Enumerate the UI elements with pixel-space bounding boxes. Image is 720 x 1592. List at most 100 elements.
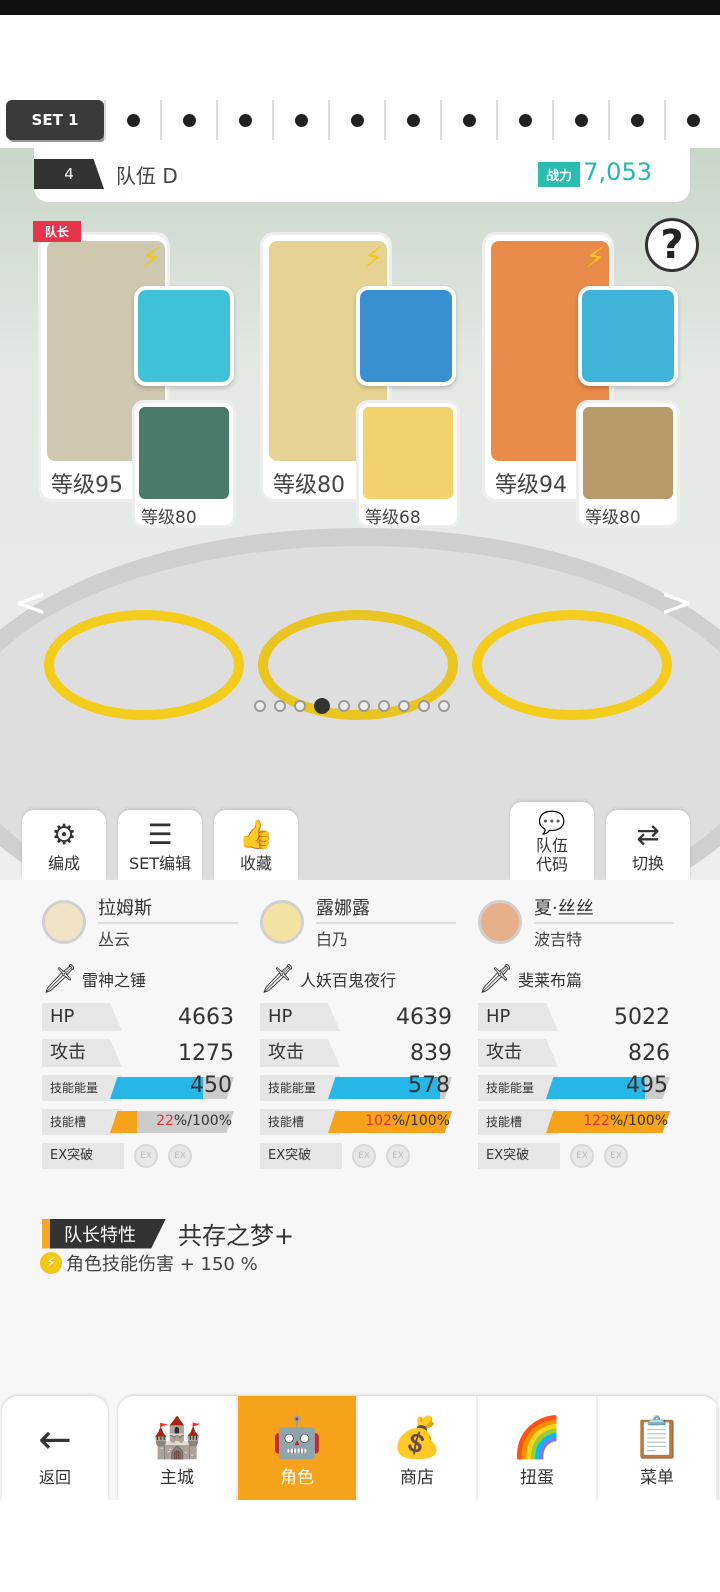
set-tab[interactable] (216, 100, 272, 140)
back-label: 返回 (38, 1468, 71, 1487)
tab-shop[interactable]: 💰 商店 (358, 1396, 478, 1500)
page-dot (438, 700, 450, 712)
ex-badge: EX (386, 1144, 410, 1168)
partner-level: 等级80 (585, 508, 641, 528)
back-button[interactable]: ← 返回 (2, 1396, 108, 1500)
skill-slot-label: 技能槽 (260, 1109, 340, 1135)
weapon-card[interactable] (134, 286, 234, 386)
list-icon: ☰ (147, 818, 173, 851)
partner-card[interactable]: 等级80 (576, 400, 680, 528)
favorite-button[interactable]: 👍 收藏 (214, 810, 298, 880)
attack-label: 攻击 (260, 1039, 340, 1067)
tab-label: 菜单 (640, 1468, 674, 1488)
set-selector: SET 1 (0, 96, 720, 144)
tab-gacha[interactable]: 🌈 扭蛋 (478, 1396, 598, 1500)
set-tab[interactable] (664, 100, 720, 140)
ex-badge: EX (352, 1144, 376, 1168)
hp-value: 5022 (614, 1004, 670, 1030)
favorite-label: 收藏 (239, 854, 272, 873)
team-code-button[interactable]: 💬 队伍 代码 (510, 802, 594, 880)
status-bar (0, 0, 720, 15)
skill-energy-value: 495 (626, 1073, 668, 1098)
hp-label: HP (42, 1003, 122, 1031)
thumbs-up-star-icon: 👍 (238, 818, 274, 851)
set-tab[interactable] (440, 100, 496, 140)
tab-label: 扭蛋 (520, 1468, 554, 1488)
prev-arrow-icon[interactable]: < (14, 580, 48, 626)
set-tab[interactable] (328, 100, 384, 140)
page-dot (358, 700, 370, 712)
hero-pedestal[interactable] (472, 610, 672, 720)
set-tab[interactable] (552, 100, 608, 140)
hp-value: 4663 (178, 1004, 234, 1030)
weapon-name: 雷神之锤 (82, 970, 147, 990)
set-edit-label: SET编辑 (128, 854, 192, 873)
set-tab[interactable] (608, 100, 664, 140)
attack-value: 826 (628, 1040, 670, 1066)
bottom-nav: ← 返回 🏰 主城 🤖 角色 💰 商店 🌈 扭蛋 📋 菜单 (0, 1392, 720, 1500)
set-dot-icon (630, 113, 644, 127)
weapon-name: 斐莱布篇 (518, 970, 583, 990)
partner-level: 等级68 (365, 508, 421, 528)
hp-label: HP (260, 1003, 340, 1031)
set-tab[interactable] (496, 100, 552, 140)
set-dot-icon (294, 113, 308, 127)
team-name[interactable]: 队伍 D (116, 160, 178, 189)
attack-label: 攻击 (478, 1039, 558, 1067)
set-tab-active[interactable]: SET 1 (6, 100, 104, 140)
skill-energy-value: 450 (190, 1073, 232, 1098)
leader-badge: 队长 (33, 221, 82, 242)
hero-level: 等级94 (495, 473, 567, 498)
shop-icon: 💰 (392, 1415, 442, 1461)
page-indicator (254, 698, 450, 714)
tab-town[interactable]: 🏰 主城 (118, 1396, 238, 1500)
help-icon[interactable]: ? (645, 218, 699, 272)
set-dot-icon (518, 113, 532, 127)
ex-label: EX突破 (478, 1143, 560, 1169)
formation-button[interactable]: ⚙ 编成 (22, 810, 106, 880)
partner-card[interactable]: 等级68 (356, 400, 460, 528)
set-dot-icon (406, 113, 420, 127)
hero-level: 等级80 (273, 473, 345, 498)
set-edit-button[interactable]: ☰ SET编辑 (118, 810, 202, 880)
skill-energy-label: 技能能量 (260, 1075, 340, 1101)
hero-pedestal[interactable] (44, 610, 244, 720)
set-dot-icon (182, 113, 196, 127)
power-label: 战力 (537, 162, 580, 187)
page-dot (274, 700, 286, 712)
lightning-icon: ⚡ (585, 241, 605, 274)
character-avatar[interactable] (260, 900, 304, 944)
set-dot-icon (574, 113, 588, 127)
switch-button[interactable]: ⇄ 切换 (606, 810, 690, 880)
lightning-icon: ⚡ (40, 1252, 62, 1274)
team-code-label: 队伍 代码 (535, 836, 568, 874)
tab-character[interactable]: 🤖 角色 (238, 1396, 358, 1500)
weapon-card[interactable] (356, 286, 456, 386)
leader-skill-name: 共存之梦+ (178, 1222, 295, 1250)
character-avatar[interactable] (42, 900, 86, 944)
ex-badge: EX (168, 1144, 192, 1168)
attack-value: 839 (410, 1040, 452, 1066)
tab-label: 商店 (400, 1468, 434, 1488)
set-tab[interactable] (384, 100, 440, 140)
set-tab[interactable] (104, 100, 160, 140)
hp-label: HP (478, 1003, 558, 1031)
weapon-card[interactable] (578, 286, 678, 386)
weapon-icon: 🗡 (260, 962, 296, 995)
set-tab[interactable] (272, 100, 328, 140)
next-arrow-icon[interactable]: > (660, 580, 694, 626)
partner-portrait (139, 407, 229, 499)
partner-portrait (583, 407, 673, 499)
skill-energy-label: 技能能量 (42, 1075, 122, 1101)
tab-menu[interactable]: 📋 菜单 (598, 1396, 718, 1500)
set-tab[interactable] (160, 100, 216, 140)
partner-card[interactable]: 等级80 (132, 400, 236, 528)
leader-skill-label: 队长特性 (42, 1218, 166, 1249)
character-avatar[interactable] (478, 900, 522, 944)
skill-slot-value: 22%/100% (156, 1113, 232, 1129)
page-dot (398, 700, 410, 712)
page-dot-active (314, 698, 330, 714)
set-dot-icon (126, 113, 140, 127)
team-header: 4 队伍 D 战力 7,053 (34, 146, 690, 202)
character-name: 露娜露 (316, 894, 456, 924)
